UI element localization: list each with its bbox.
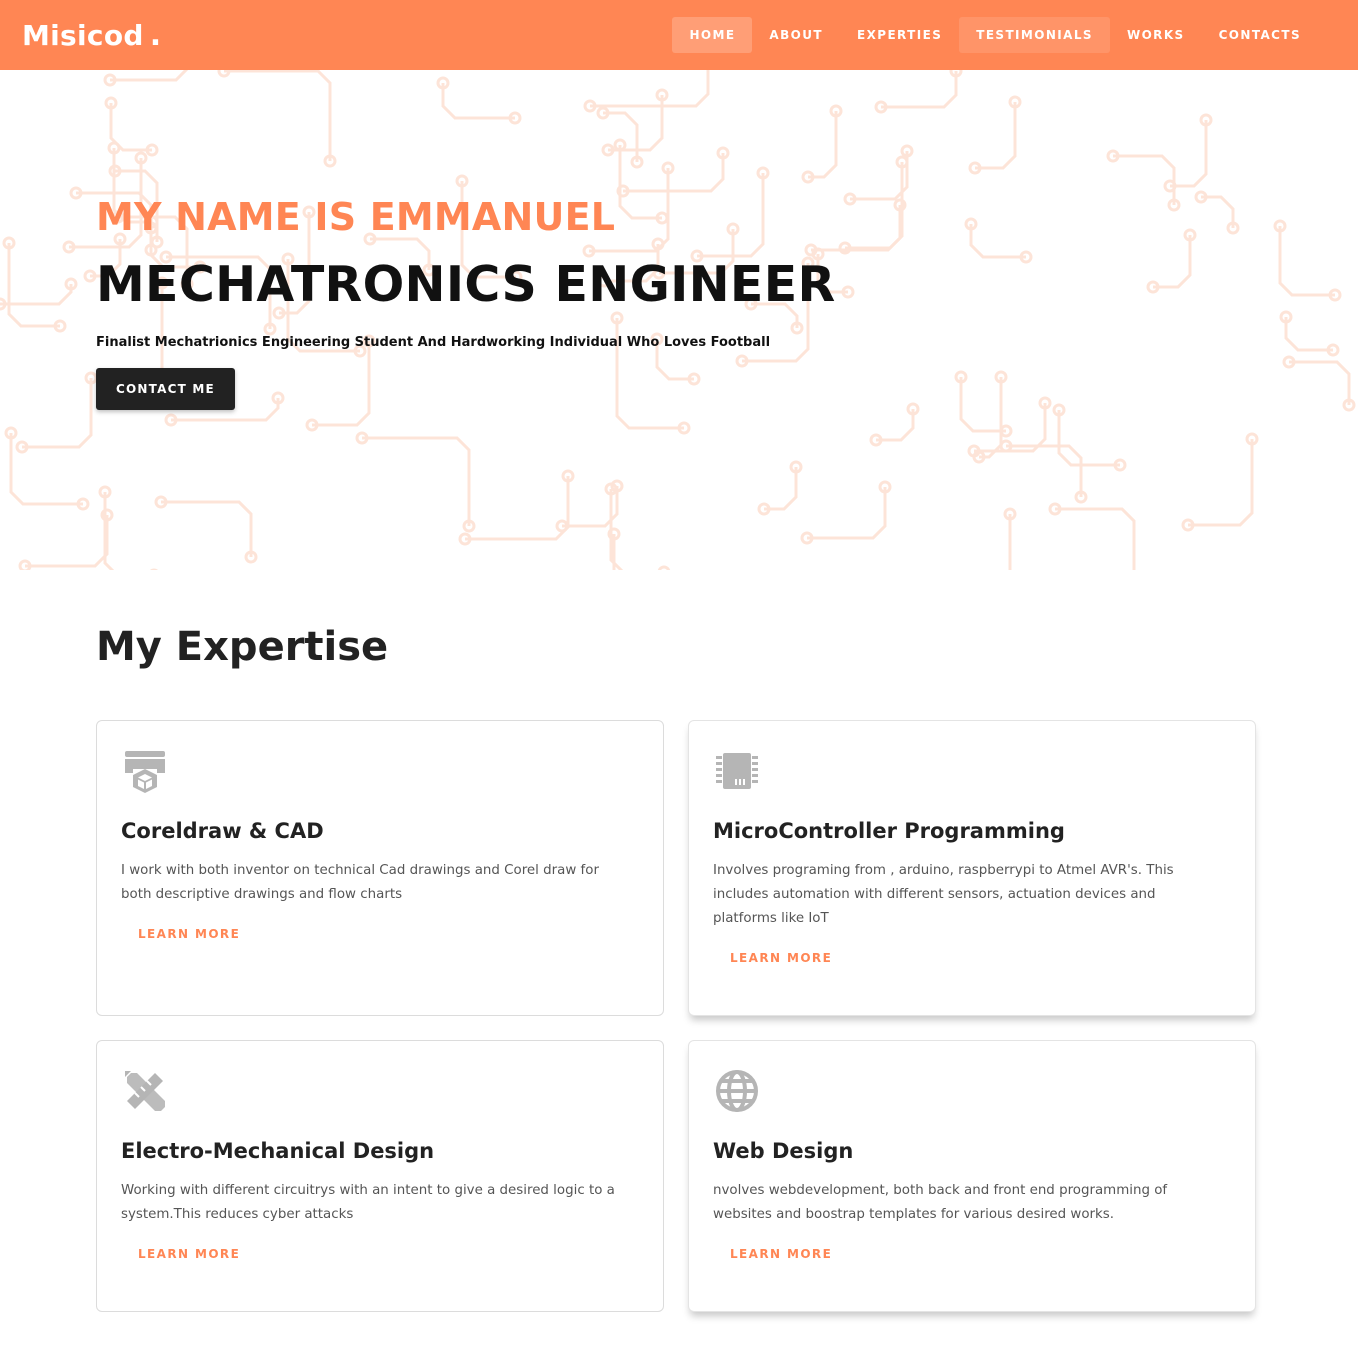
brand-dot: . [149,17,162,53]
card-title: MicroController Programming [713,819,1065,843]
card-text: nvolves webdevelopment, both back and fr… [713,1183,1168,1222]
expertise-card-electro-mechanical: Electro-Mechanical Design Working with d… [96,1040,664,1312]
nav-item-works[interactable]: WORKS [1110,17,1202,53]
chip-icon [716,753,758,789]
hero-section: MY NAME IS EMMANUEL MECHATRONICS ENGINEE… [0,70,1358,570]
learn-more-link[interactable]: LEARN MORE [138,927,240,941]
nav-item-home[interactable]: HOME [672,17,753,53]
brand-logo[interactable]: Misicod . [22,18,161,53]
nav-item-testimonials[interactable]: TESTIMONIALS [959,17,1110,53]
printer-3d-icon [125,751,165,793]
learn-more-link[interactable]: LEARN MORE [730,1247,832,1261]
card-title: Electro-Mechanical Design [121,1139,435,1163]
card-title: Coreldraw & CAD [121,819,324,843]
expertise-title: My Expertise [96,624,389,670]
expertise-card-web-design: Web Design nvolves webdevelopment, both … [688,1040,1256,1312]
card-title: Web Design [713,1139,854,1163]
main-nav: HOME ABOUT EXPERTIES TESTIMONIALS WORKS … [672,17,1318,53]
globe-icon [716,1070,758,1112]
expertise-card-cad: Coreldraw & CAD I work with both invento… [96,720,664,1016]
pencil-ruler-icon [125,1071,165,1111]
card-text: Working with different circuitrys with a… [121,1183,615,1222]
hero-title: MECHATRONICS ENGINEER [96,256,836,313]
card-text: I work with both inventor on technical C… [121,863,599,902]
learn-more-link[interactable]: LEARN MORE [138,1247,240,1261]
brand-name: Misicod [22,18,144,52]
card-text: Involves programing from , arduino, rasp… [713,863,1174,926]
contact-me-button[interactable]: CONTACT ME [96,368,235,410]
navbar: Misicod . HOME ABOUT EXPERTIES TESTIMONI… [0,0,1358,70]
nav-item-experties[interactable]: EXPERTIES [840,17,959,53]
hero-subtitle: Finalist Mechatrionics Engineering Stude… [96,335,771,350]
nav-item-about[interactable]: ABOUT [752,17,840,53]
hero-content: MY NAME IS EMMANUEL MECHATRONICS ENGINEE… [96,198,836,410]
nav-item-contacts[interactable]: CONTACTS [1202,17,1318,53]
learn-more-link[interactable]: LEARN MORE [730,951,832,965]
expertise-card-microcontroller: MicroController Programming Involves pro… [688,720,1256,1016]
hero-intro: MY NAME IS EMMANUEL [96,195,616,239]
